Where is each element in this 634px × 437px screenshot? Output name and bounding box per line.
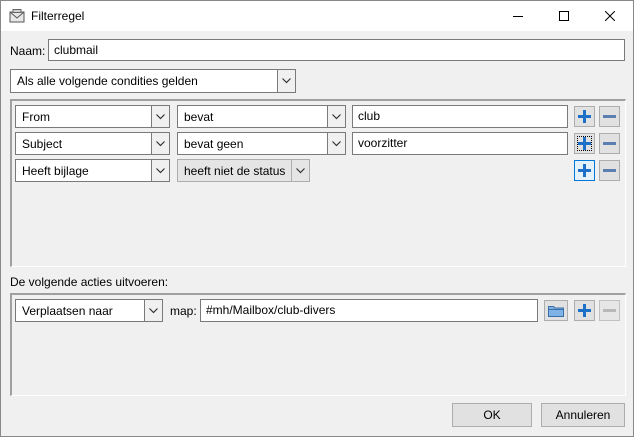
folder-path-input[interactable]: #mh/Mailbox/club-divers [200,299,538,322]
remove-condition-button[interactable] [599,106,620,127]
actions-header: De volgende acties uitvoeren: [10,275,169,289]
condition-field-select[interactable]: Heeft bijlage [15,159,170,182]
chevron-down-icon [327,106,345,127]
ok-button[interactable]: OK [452,403,532,427]
close-button[interactable] [587,1,633,31]
maximize-icon [559,11,569,21]
remove-condition-button[interactable] [599,160,620,181]
condition-operator-value: heeft niet de status [184,164,286,178]
condition-field-select[interactable]: Subject [15,132,170,155]
plus-icon [578,110,591,123]
minus-icon [603,169,616,172]
add-condition-button[interactable] [574,160,595,181]
condition-field-value: Heeft bijlage [22,164,89,178]
filter-rule-dialog: Filterregel Naam: clubmail Als alle volg… [0,0,634,437]
minus-icon [603,115,616,118]
condition-field-value: From [22,110,50,124]
plus-icon [578,304,591,317]
chevron-down-icon [291,160,309,181]
window-title: Filterregel [31,9,85,23]
add-condition-button[interactable] [574,133,595,154]
minimize-button[interactable] [495,1,541,31]
remove-action-button[interactable] [599,300,620,321]
condition-operator-select[interactable]: bevat geen [177,132,346,155]
folder-label: map: [170,304,197,318]
condition-field-select[interactable]: From [15,105,170,128]
condition-operator-value: bevat geen [184,137,244,151]
condition-field-value: Subject [22,137,63,151]
name-input[interactable]: clubmail [48,39,625,61]
chevron-down-icon [277,70,295,92]
condition-value-input[interactable]: voorzitter [352,132,568,155]
chevron-down-icon [151,106,169,127]
match-mode-value: Als alle volgende condities gelden [17,74,198,88]
plus-icon [578,137,591,150]
close-icon [605,11,615,21]
minus-icon [603,142,616,145]
condition-operator-select[interactable]: bevat [177,105,346,128]
action-type-value: Verplaatsen naar [22,304,113,318]
add-action-button[interactable] [574,300,595,321]
chevron-down-icon [144,300,162,321]
minimize-icon [513,16,523,17]
mail-filter-icon [9,9,25,23]
action-type-select[interactable]: Verplaatsen naar [15,299,163,322]
browse-folder-button[interactable] [544,300,568,321]
condition-value-input[interactable]: club [352,105,568,128]
add-condition-button[interactable] [574,106,595,127]
folder-icon [548,306,564,317]
condition-operator-value: bevat [184,110,214,124]
minus-icon [603,309,616,312]
chevron-down-icon [151,160,169,181]
condition-operator-select[interactable]: heeft niet de status [177,159,310,182]
match-mode-select[interactable]: Als alle volgende condities gelden [10,69,296,93]
maximize-button[interactable] [541,1,587,31]
chevron-down-icon [327,133,345,154]
plus-icon [578,164,591,177]
remove-condition-button[interactable] [599,133,620,154]
name-label: Naam: [10,44,46,58]
chevron-down-icon [151,133,169,154]
cancel-button[interactable]: Annuleren [541,403,625,427]
title-bar: Filterregel [1,1,633,31]
